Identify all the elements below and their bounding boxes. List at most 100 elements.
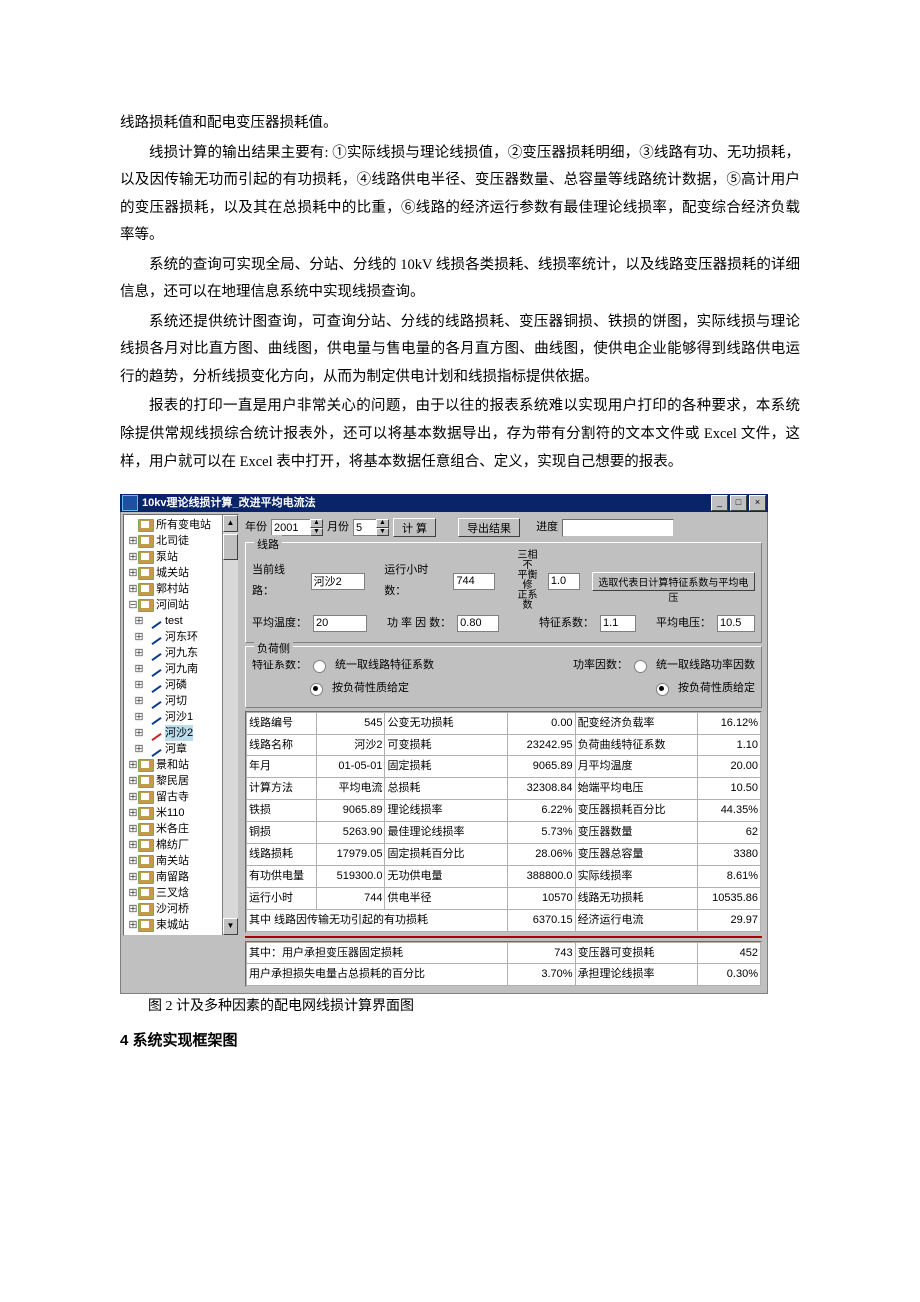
titlebar[interactable]: 10kv理论线损计算_改进平均电流法 _ □ × xyxy=(120,494,768,512)
station-icon xyxy=(138,823,154,836)
tree-expander-icon[interactable]: ⊞ xyxy=(128,725,150,741)
char-coef-input[interactable] xyxy=(600,615,636,632)
tree-expander-icon[interactable]: ⊞ xyxy=(128,741,150,757)
table-cell: 无功供电量 xyxy=(385,865,507,887)
tree-pane[interactable]: 所有变电站⊞北司徒⊞泵站⊞城关站⊞郭村站⊟河间站⊞test⊞河东环⊞河九东⊞河九… xyxy=(123,514,239,936)
tree-expander-icon[interactable]: ⊞ xyxy=(128,869,138,885)
pf-uniform-radio[interactable] xyxy=(634,660,647,673)
tree-expander-icon[interactable]: ⊞ xyxy=(128,853,138,869)
char-coef-byload-radio[interactable] xyxy=(310,683,323,696)
runtime-hours-input[interactable] xyxy=(453,573,495,590)
month-spinner[interactable]: ▲▼ xyxy=(353,519,389,536)
tree-item[interactable]: ⊞留古寺 xyxy=(128,789,236,805)
tree-item[interactable]: ⊞米各庄 xyxy=(128,821,236,837)
tree-expander-icon[interactable]: ⊞ xyxy=(128,709,150,725)
scroll-thumb[interactable] xyxy=(223,534,238,560)
tree-item[interactable]: ⊞棉纺厂 xyxy=(128,837,236,853)
tree-item-label: 城关站 xyxy=(156,565,189,581)
current-line-label: 当前线路： xyxy=(252,560,305,602)
tree-expander-icon[interactable]: ⊞ xyxy=(128,693,150,709)
tree-item[interactable]: ⊞ 沙河桥 xyxy=(128,901,236,917)
tree-expander-icon[interactable]: ⊞ xyxy=(128,661,150,677)
current-line-input[interactable] xyxy=(311,573,365,590)
tree-item[interactable]: ⊞河沙1 xyxy=(128,709,236,725)
table-row: 用户承担损失电量占总损耗的百分比3.70%承担理论线损率0.30% xyxy=(247,964,761,986)
tree-item[interactable]: ⊞河切 xyxy=(128,693,236,709)
export-button[interactable]: 导出结果 xyxy=(458,518,520,537)
tree-item[interactable]: ⊞三叉焓 xyxy=(128,885,236,901)
station-tree[interactable]: 所有变电站⊞北司徒⊞泵站⊞城关站⊞郭村站⊟河间站⊞test⊞河东环⊞河九东⊞河九… xyxy=(124,515,238,935)
paragraph: 线路损耗值和配电变压器损耗值。 xyxy=(120,110,800,138)
tree-expander-icon[interactable]: ⊞ xyxy=(128,837,138,853)
tree-item[interactable]: ⊞束城站 xyxy=(128,917,236,933)
tree-expander-icon[interactable]: ⊞ xyxy=(128,757,138,773)
tree-item[interactable]: ⊞ 城关站 xyxy=(128,565,236,581)
tree-item[interactable]: ⊞ 南关站 xyxy=(128,853,236,869)
tree-item[interactable]: ⊞test xyxy=(128,613,236,629)
line-icon xyxy=(150,744,163,755)
tree-item[interactable]: 所有变电站 xyxy=(128,517,236,533)
tree-item[interactable]: ⊞河章 xyxy=(128,741,236,757)
tree-item[interactable]: ⊞米110 xyxy=(128,805,236,821)
tree-expander-icon[interactable]: ⊞ xyxy=(128,581,138,597)
tree-expander-icon[interactable]: ⊞ xyxy=(128,885,138,901)
tree-item[interactable]: ⊞北司徒 xyxy=(128,533,236,549)
table-cell: 总损耗 xyxy=(385,778,507,800)
tree-item[interactable]: ⊞泵站 xyxy=(128,549,236,565)
tree-expander-icon[interactable]: ⊞ xyxy=(128,629,150,645)
tree-item[interactable]: ⊞河九南 xyxy=(128,661,236,677)
close-button[interactable]: × xyxy=(749,495,766,511)
tree-item[interactable]: ⊟河间站 xyxy=(128,597,236,613)
avg-voltage-input[interactable] xyxy=(717,615,755,632)
app-window: 10kv理论线损计算_改进平均电流法 _ □ × 所有变电站⊞北司徒⊞泵站⊞城关… xyxy=(120,494,768,994)
tree-expander-icon[interactable]: ⊞ xyxy=(128,773,138,789)
tree-item-label: 南关站 xyxy=(156,853,189,869)
tree-item-label: 沙河桥 xyxy=(156,901,189,917)
avg-temp-input[interactable] xyxy=(313,615,367,632)
tree-expander-icon[interactable]: ⊞ xyxy=(128,901,138,917)
pf-byload-radio[interactable] xyxy=(656,683,669,696)
year-input[interactable] xyxy=(271,519,310,536)
table-cell: 可变损耗 xyxy=(385,734,507,756)
month-input[interactable] xyxy=(353,519,376,536)
table-cell: 年月 xyxy=(247,756,317,778)
tree-expander-icon[interactable]: ⊞ xyxy=(128,565,138,581)
scroll-up-button[interactable]: ▲ xyxy=(223,515,238,532)
progress-bar xyxy=(562,519,674,537)
year-spinner[interactable]: ▲▼ xyxy=(271,519,323,536)
tree-expander-icon[interactable]: ⊞ xyxy=(128,805,138,821)
avg-temp-label: 平均温度： xyxy=(252,613,307,634)
tree-item[interactable]: ⊞河东环 xyxy=(128,629,236,645)
tree-expander-icon[interactable]: ⊞ xyxy=(128,789,138,805)
power-factor-input[interactable] xyxy=(457,615,499,632)
table-cell: 线路名称 xyxy=(247,734,317,756)
tree-expander-icon[interactable]: ⊞ xyxy=(128,613,150,629)
calculate-button[interactable]: 计 算 xyxy=(393,518,436,537)
tree-item-label: 河沙2 xyxy=(165,725,193,741)
pick-day-button[interactable]: 选取代表日计算特征系数与平均电压 xyxy=(592,572,755,591)
tree-item[interactable]: ⊞南留路 xyxy=(128,869,236,885)
char-coef-uniform-radio[interactable] xyxy=(313,660,326,673)
table-cell: 公变无功损耗 xyxy=(385,712,507,734)
month-label: 月份 xyxy=(327,517,349,538)
tree-item[interactable]: ⊞ 河沙2 xyxy=(128,725,236,741)
table-cell: 8.61% xyxy=(697,865,760,887)
tree-item[interactable]: ⊞景和站 xyxy=(128,757,236,773)
minimize-button[interactable]: _ xyxy=(711,495,728,511)
tree-expander-icon[interactable]: ⊞ xyxy=(128,677,150,693)
tree-item[interactable]: ⊞黎民居 xyxy=(128,773,236,789)
tree-expander-icon[interactable]: ⊞ xyxy=(128,821,138,837)
tree-item[interactable]: ⊞河磷 xyxy=(128,677,236,693)
scroll-down-button[interactable]: ▼ xyxy=(223,918,238,935)
tree-expander-icon[interactable]: ⊞ xyxy=(128,533,138,549)
maximize-button[interactable]: □ xyxy=(730,495,747,511)
tree-expander-icon[interactable]: ⊞ xyxy=(128,917,138,933)
unbalance-input[interactable] xyxy=(548,573,580,590)
tree-item[interactable]: ⊞郭村站 xyxy=(128,581,236,597)
line-icon xyxy=(150,632,163,643)
tree-scrollbar[interactable]: ▲ ▼ xyxy=(222,515,238,935)
tree-expander-icon[interactable]: ⊞ xyxy=(128,549,138,565)
tree-expander-icon[interactable]: ⊞ xyxy=(128,645,150,661)
tree-expander-icon[interactable]: ⊟ xyxy=(128,597,138,613)
tree-item[interactable]: ⊞河九东 xyxy=(128,645,236,661)
